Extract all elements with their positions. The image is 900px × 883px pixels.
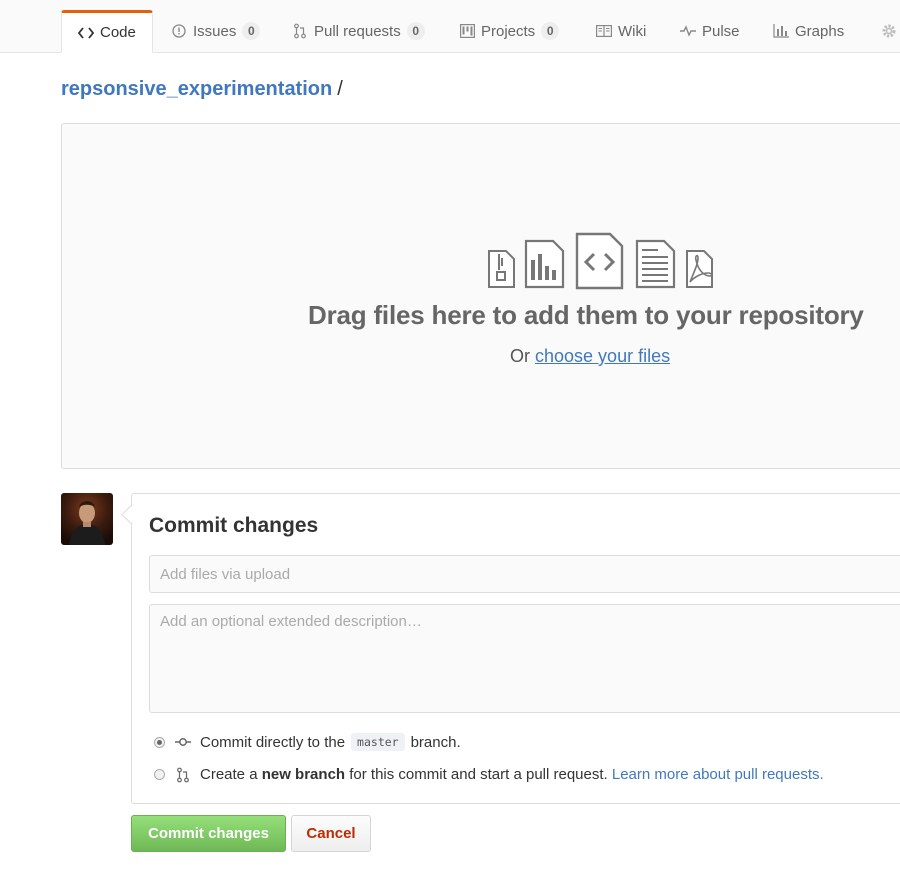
commit-changes-button[interactable]: Commit changes: [131, 815, 286, 852]
breadcrumb: repsonsive_experimentation /: [61, 78, 343, 101]
commit-form: Commit changes Commit directly to the ma…: [131, 493, 900, 804]
tab-code[interactable]: Code: [61, 10, 153, 53]
tab-pull-requests[interactable]: Pull requests 0: [292, 10, 425, 52]
file-code-icon: [575, 232, 624, 290]
file-chart-icon: [524, 239, 565, 289]
option-direct-suffix: branch.: [410, 733, 461, 751]
radio-new-branch[interactable]: [154, 769, 165, 780]
avatar: [61, 493, 113, 545]
radio-commit-direct[interactable]: [154, 736, 165, 748]
commit-description-input[interactable]: [149, 604, 900, 713]
repo-nav: Code Issues 0 Pull requests 0 Projects 0…: [0, 0, 900, 53]
option-new-prefix: Create a: [200, 766, 258, 783]
code-icon: [78, 25, 94, 41]
projects-count: 0: [541, 22, 560, 40]
pull-request-icon: [292, 23, 308, 39]
gear-icon: [881, 23, 897, 39]
tab-wiki-label: Wiki: [618, 22, 647, 40]
dropzone-subtitle: Or choose your files: [510, 346, 670, 367]
commit-title: Commit changes: [149, 514, 319, 537]
tab-pull-requests-label: Pull requests: [314, 22, 401, 40]
repo-link[interactable]: repsonsive_experimentation: [61, 78, 332, 100]
pull-requests-count: 0: [406, 22, 425, 40]
tab-settings[interactable]: [881, 10, 897, 52]
graph-icon: [773, 23, 789, 39]
tab-pulse[interactable]: Pulse: [680, 10, 740, 52]
file-text-icon: [635, 239, 676, 289]
file-pdf-icon: [686, 250, 713, 288]
commit-summary-input[interactable]: [149, 555, 900, 593]
option-new-suffix: for this commit and start a pull request…: [349, 766, 608, 783]
cancel-button[interactable]: Cancel: [291, 815, 371, 852]
book-icon: [596, 23, 612, 39]
tab-code-label: Code: [100, 24, 136, 41]
dropzone-title: Drag files here to add them to your repo…: [308, 300, 864, 330]
option-new-bold: new branch: [261, 766, 346, 783]
git-commit-icon: [175, 734, 191, 750]
choose-files-link[interactable]: choose your files: [535, 346, 670, 366]
tab-projects-label: Projects: [481, 22, 536, 40]
pulse-icon: [680, 23, 696, 39]
branch-name-tag: master: [351, 733, 405, 751]
tab-pulse-label: Pulse: [702, 22, 740, 40]
issue-icon: [171, 23, 187, 39]
option-direct-prefix: Commit directly to the: [200, 733, 346, 751]
breadcrumb-separator: /: [337, 78, 343, 100]
option-new-branch[interactable]: Create a new branch for this commit and …: [154, 766, 824, 783]
option-commit-direct[interactable]: Commit directly to the master branch.: [154, 733, 461, 751]
tab-projects[interactable]: Projects 0: [459, 10, 560, 52]
project-icon: [459, 23, 475, 39]
pull-request-icon: [175, 767, 191, 783]
tab-issues-label: Issues: [193, 22, 237, 40]
tab-graphs[interactable]: Graphs: [773, 10, 844, 52]
file-zip-icon: [488, 250, 515, 288]
tab-wiki[interactable]: Wiki: [596, 10, 646, 52]
dropzone-subtitle-prefix: Or: [510, 346, 530, 366]
learn-more-pull-requests-link[interactable]: Learn more about pull requests.: [612, 766, 824, 783]
file-type-icons: [484, 232, 776, 297]
tab-issues[interactable]: Issues 0: [171, 10, 261, 52]
tab-graphs-label: Graphs: [795, 22, 845, 40]
file-dropzone[interactable]: Drag files here to add them to your repo…: [61, 123, 900, 469]
issues-count: 0: [242, 22, 261, 40]
